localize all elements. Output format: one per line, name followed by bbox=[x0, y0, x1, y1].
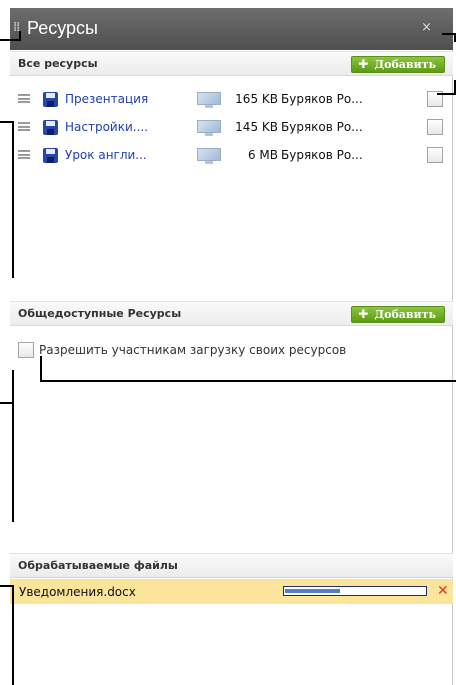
add-public-resource-button[interactable]: ✚ Добавить bbox=[351, 306, 445, 323]
resource-checkbox[interactable] bbox=[427, 119, 443, 135]
processing-file-row: Уведомления.docx ✕ bbox=[10, 579, 453, 604]
resource-row[interactable]: Настройки.... 145 KB Буряков Ро... bbox=[10, 113, 453, 141]
callout-line bbox=[0, 39, 21, 41]
callout-line bbox=[12, 370, 14, 522]
floppy-disk-icon bbox=[43, 148, 58, 163]
close-icon[interactable]: × bbox=[421, 21, 432, 34]
floppy-disk-icon bbox=[43, 92, 58, 107]
public-resources-title: Общедоступные Ресурсы bbox=[18, 307, 182, 320]
processing-file-name: Уведомления.docx bbox=[19, 585, 136, 599]
public-resources-header: Общедоступные Ресурсы ✚ Добавить bbox=[10, 301, 453, 326]
allow-upload-label[interactable]: Разрешить участникам загрузку своих ресу… bbox=[39, 343, 346, 357]
upload-progress-fill bbox=[285, 589, 340, 593]
resource-owner: Буряков Ро... bbox=[281, 148, 363, 162]
add-resource-label: Добавить bbox=[374, 58, 436, 71]
drag-handle-icon[interactable] bbox=[18, 94, 30, 103]
resource-name-link[interactable]: Презентация bbox=[65, 92, 183, 106]
resource-size: 145 KB bbox=[235, 120, 278, 134]
drag-handle-icon[interactable] bbox=[18, 150, 30, 159]
resource-checkbox[interactable] bbox=[427, 147, 443, 163]
resource-name-link[interactable]: Настройки.... bbox=[65, 120, 183, 134]
monitor-icon[interactable] bbox=[197, 92, 221, 109]
callout-line bbox=[12, 121, 14, 278]
upload-progress-bar bbox=[283, 586, 427, 596]
all-resources-title: Все ресурсы bbox=[18, 57, 98, 70]
resource-size: 6 MB bbox=[247, 148, 278, 162]
resource-row[interactable]: Урок англи... 6 MB Буряков Ро... bbox=[10, 141, 453, 169]
resource-owner: Буряков Ро... bbox=[281, 92, 363, 106]
resource-row[interactable]: Презентация 165 KB Буряков Ро... bbox=[10, 85, 453, 113]
callout-line bbox=[40, 380, 456, 382]
callout-line bbox=[12, 585, 14, 685]
window-title: Ресурсы bbox=[27, 18, 98, 38]
plus-icon: ✚ bbox=[358, 57, 369, 71]
add-resource-button[interactable]: ✚ Добавить bbox=[351, 56, 445, 73]
processing-files-header: Обрабатываемые файлы bbox=[10, 553, 453, 578]
resource-size: 165 KB bbox=[235, 92, 278, 106]
callout-line bbox=[19, 31, 21, 41]
processing-files-title: Обрабатываемые файлы bbox=[18, 559, 178, 572]
resource-owner: Буряков Ро... bbox=[281, 120, 363, 134]
allow-upload-option[interactable]: Разрешить участникам загрузку своих ресу… bbox=[10, 336, 453, 364]
monitor-icon[interactable] bbox=[197, 120, 221, 137]
floppy-disk-icon bbox=[43, 120, 58, 135]
add-public-resource-label: Добавить bbox=[374, 308, 436, 321]
callout-line bbox=[40, 356, 42, 382]
resource-list: Презентация 165 KB Буряков Ро... Настрой… bbox=[10, 85, 453, 169]
resource-name-link[interactable]: Урок англи... bbox=[65, 148, 183, 162]
drag-handle-icon[interactable] bbox=[18, 122, 30, 131]
resources-panel: ⁞⁞ Ресурсы × Все ресурсы ✚ Добавить През… bbox=[10, 8, 453, 685]
monitor-icon[interactable] bbox=[197, 148, 221, 165]
title-bar[interactable]: ⁞⁞ Ресурсы × bbox=[10, 8, 453, 50]
allow-upload-checkbox[interactable] bbox=[18, 342, 34, 358]
cancel-upload-icon[interactable]: ✕ bbox=[437, 583, 449, 599]
plus-icon: ✚ bbox=[358, 307, 369, 321]
all-resources-header: Все ресурсы ✚ Добавить bbox=[10, 51, 453, 76]
callout-line bbox=[442, 33, 456, 35]
